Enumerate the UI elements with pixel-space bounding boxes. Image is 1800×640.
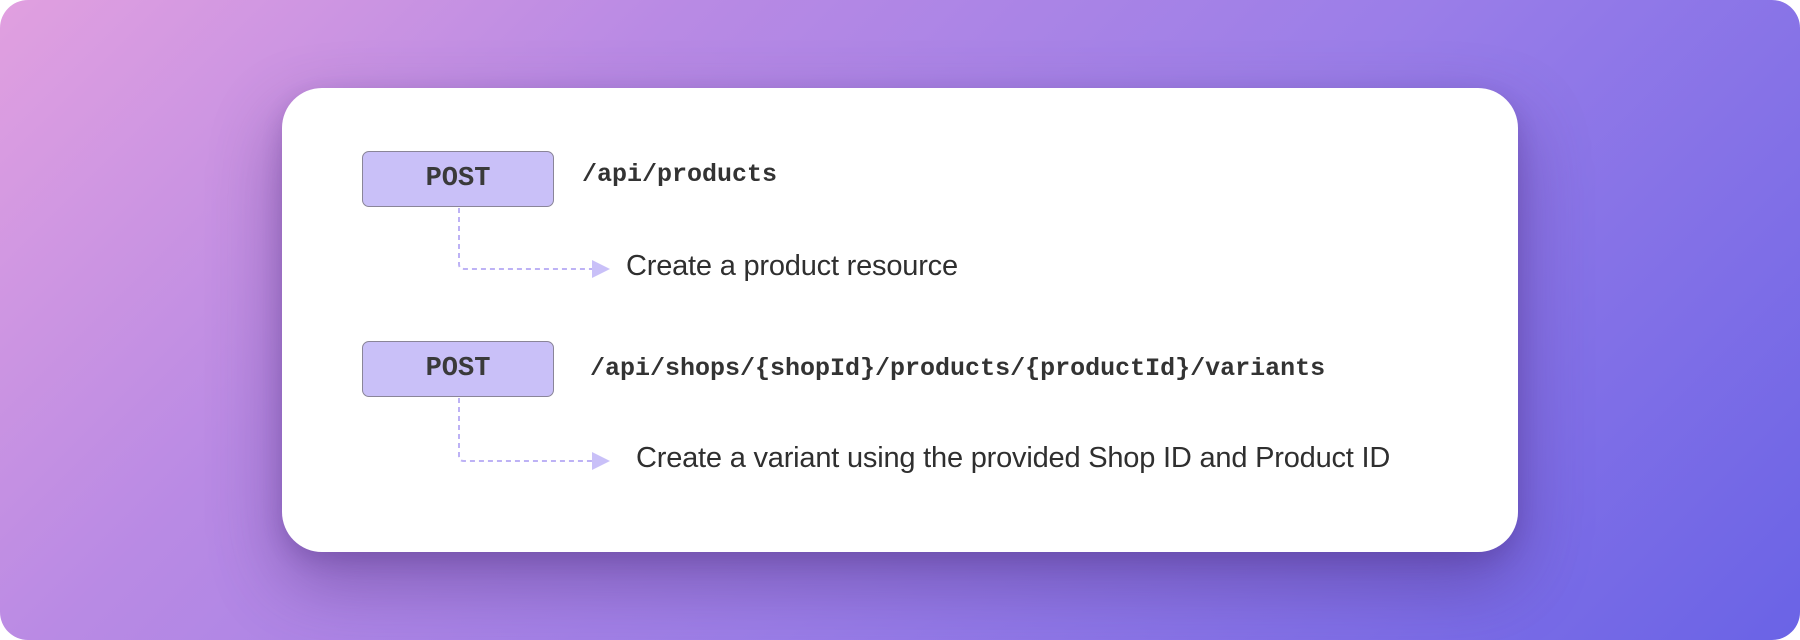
endpoint-path: /api/products [582,160,778,189]
method-badge-post: POST [362,151,554,207]
gradient-background: POST /api/products Create a product reso… [0,0,1800,640]
endpoint-path: /api/shops/{shopId}/products/{productId}… [590,354,1326,383]
connector-line-2 [458,398,592,462]
endpoint-card: POST /api/products Create a product reso… [282,88,1518,552]
method-badge-post: POST [362,341,554,397]
endpoint-description: Create a product resource [626,250,958,282]
arrowhead-icon [592,452,610,470]
arrowhead-icon [592,260,610,278]
endpoint-description: Create a variant using the provided Shop… [636,442,1391,474]
connector-line-1 [458,208,592,270]
